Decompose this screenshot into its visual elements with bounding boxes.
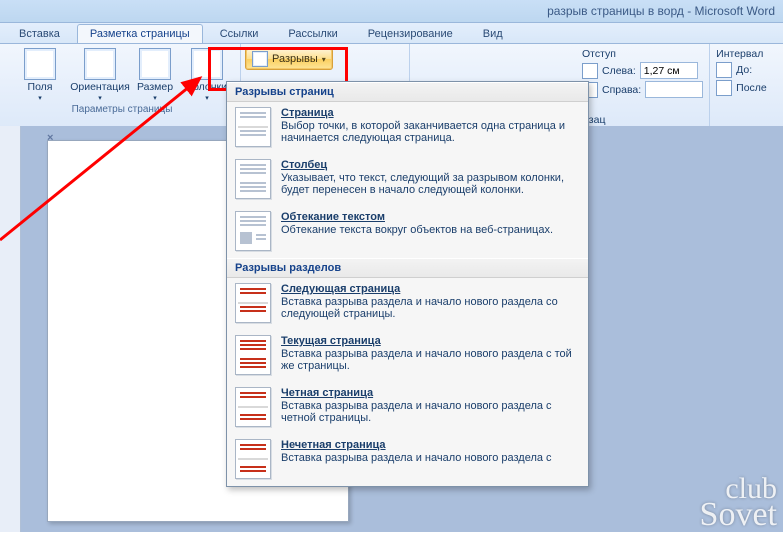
dropdown-section-header: Разрывы разделов: [227, 258, 588, 278]
spacing-group: Интервал До: После: [710, 44, 773, 127]
tab-view[interactable]: Вид: [470, 24, 516, 43]
section-odd-icon: [235, 439, 271, 479]
break-page-item[interactable]: Страница Выбор точки, в которой заканчив…: [227, 102, 588, 154]
page-setup-caption: Параметры страницы: [8, 102, 236, 116]
indent-group: Отступ Слева: Справа: Абзац: [576, 44, 710, 127]
chevron-down-icon: ▾: [153, 94, 157, 102]
orientation-button[interactable]: Ориентация ▾: [70, 46, 130, 102]
size-icon: [139, 48, 171, 80]
vertical-ruler: [0, 126, 21, 532]
size-button[interactable]: Размер ▾: [130, 46, 180, 102]
margins-icon: [24, 48, 56, 80]
breaks-button[interactable]: Разрывы ▾: [245, 48, 333, 70]
section-continuous-icon: [235, 335, 271, 375]
margins-button[interactable]: Поля ▾: [10, 46, 70, 102]
breaks-dropdown: Разрывы страниц Страница Выбор точки, в …: [226, 81, 589, 487]
tab-mailings[interactable]: Рассылки: [275, 24, 350, 43]
break-nextpage-item[interactable]: Следующая страница Вставка разрыва разде…: [227, 278, 588, 330]
paragraph-caption: Абзац: [576, 114, 709, 126]
spacing-before-icon: [716, 62, 732, 78]
orientation-icon: [84, 48, 116, 80]
columns-icon: [191, 48, 223, 80]
section-even-icon: [235, 387, 271, 427]
spacing-after-icon: [716, 80, 732, 96]
break-continuous-item[interactable]: Текущая страница Вставка разрыва раздела…: [227, 330, 588, 382]
breaks-icon: [252, 51, 268, 67]
close-icon[interactable]: ×: [47, 132, 59, 144]
tab-references[interactable]: Ссылки: [207, 24, 272, 43]
chevron-down-icon: ▾: [322, 55, 326, 64]
page-break-icon: [235, 107, 271, 147]
window-title: разрыв страницы в ворд - Microsoft Word: [547, 4, 775, 18]
break-textwrap-item[interactable]: Обтекание текстом Обтекание текста вокру…: [227, 206, 588, 258]
chevron-down-icon: ▾: [205, 94, 209, 102]
section-next-icon: [235, 283, 271, 323]
title-bar: разрыв страницы в ворд - Microsoft Word: [0, 0, 783, 23]
textwrap-break-icon: [235, 211, 271, 251]
break-oddpage-item[interactable]: Нечетная страница Вставка разрыва раздел…: [227, 434, 588, 486]
column-break-icon: [235, 159, 271, 199]
tab-review[interactable]: Рецензирование: [355, 24, 466, 43]
break-column-item[interactable]: Столбец Указывает, что текст, следующий …: [227, 154, 588, 206]
dropdown-section-header: Разрывы страниц: [227, 82, 588, 102]
chevron-down-icon: ▾: [98, 94, 102, 102]
chevron-down-icon: ▾: [38, 94, 42, 102]
indent-left-input[interactable]: [640, 62, 698, 79]
ribbon-tabs: Вставка Разметка страницы Ссылки Рассылк…: [0, 23, 783, 44]
tab-page-layout[interactable]: Разметка страницы: [77, 24, 203, 43]
indent-right-input[interactable]: [645, 81, 703, 98]
break-evenpage-item[interactable]: Четная страница Вставка разрыва раздела …: [227, 382, 588, 434]
indent-left-icon: [582, 63, 598, 79]
tab-insert[interactable]: Вставка: [6, 24, 73, 43]
